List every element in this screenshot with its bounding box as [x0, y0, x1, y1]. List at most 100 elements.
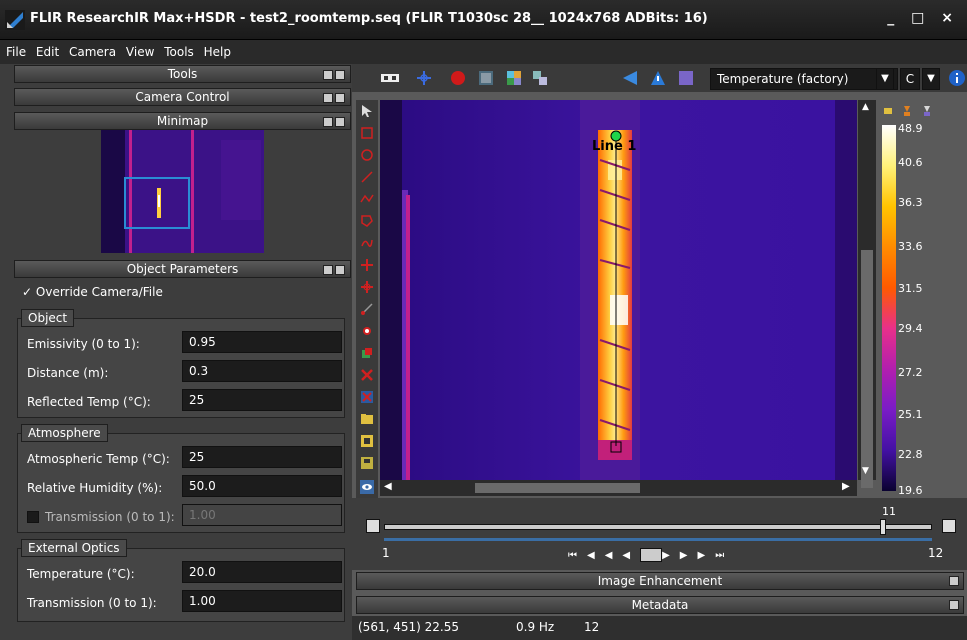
copy-tool-icon[interactable] — [360, 346, 374, 360]
measure-tool-icon[interactable] — [360, 302, 374, 316]
last-frame-icon[interactable]: ⏭ — [715, 550, 734, 561]
palette-marker-icon[interactable] — [884, 108, 892, 114]
window-controls[interactable]: _ □ × — [887, 10, 959, 26]
humidity-field[interactable]: 50.0 — [182, 475, 342, 497]
stop-button[interactable] — [640, 548, 663, 562]
fast-forward-icon[interactable]: ▶▶ — [680, 550, 715, 561]
polyline-tool-icon[interactable] — [360, 192, 374, 206]
atmos-transmission-field: 1.00 — [182, 504, 342, 526]
delete-all-tool-icon[interactable] — [360, 390, 374, 404]
low-marker-icon[interactable] — [924, 106, 930, 112]
info-icon[interactable] — [948, 69, 966, 87]
step-back-icon[interactable]: ◀ — [622, 550, 640, 561]
metadata-label: Metadata — [631, 598, 689, 612]
optics-temperature-field[interactable]: 20.0 — [182, 561, 342, 583]
scroll-left-icon[interactable]: ◀ — [384, 481, 392, 492]
arrow-icon[interactable] — [622, 70, 638, 86]
eye-icon[interactable] — [360, 480, 374, 494]
freehand-tool-icon[interactable] — [360, 236, 374, 250]
minimap-thumbnail[interactable] — [101, 130, 264, 253]
filmstrip-icon[interactable] — [380, 70, 400, 86]
start-frame-label: 1 — [382, 546, 390, 560]
image-enhancement-header[interactable]: Image Enhancement — [356, 572, 964, 590]
horizontal-scroll-thumb[interactable] — [475, 483, 640, 493]
warning-icon[interactable] — [650, 70, 666, 86]
folder-icon[interactable] — [360, 412, 374, 426]
minimap-buttons[interactable] — [320, 115, 346, 127]
object-parameters-buttons[interactable] — [320, 263, 346, 275]
reflected-temp-field[interactable]: 25 — [182, 389, 342, 411]
spot-max-tool-icon[interactable] — [360, 280, 374, 294]
scroll-down-icon[interactable]: ▼ — [862, 466, 869, 476]
menu-view[interactable]: View — [126, 45, 154, 59]
colorbar-label: 48.9 — [898, 122, 923, 135]
transmission-row[interactable]: Transmission (0 to 1): — [27, 510, 175, 524]
panel-pin-buttons[interactable] — [320, 68, 346, 80]
polygon-tool-icon[interactable] — [360, 214, 374, 228]
override-checkbox-row[interactable]: ✓ Override Camera/File — [22, 285, 163, 299]
menu-file[interactable]: File — [6, 45, 26, 59]
save-file-icon[interactable] — [360, 456, 374, 470]
minimap-header[interactable]: Minimap — [14, 112, 351, 130]
frame-slider[interactable] — [384, 524, 932, 530]
open-file-icon[interactable] — [360, 434, 374, 448]
frame-slider-thumb[interactable] — [879, 519, 886, 535]
expand-icon[interactable] — [335, 93, 345, 103]
rectangle-tool-icon[interactable] — [360, 126, 374, 140]
start-marker-button[interactable] — [366, 519, 380, 533]
atmosphere-group-label: Atmosphere — [21, 424, 108, 442]
ellipse-tool-icon[interactable] — [360, 148, 374, 162]
minimize-icon[interactable] — [323, 265, 333, 275]
check-icon[interactable]: ✓ — [22, 285, 32, 299]
distance-field[interactable]: 0.3 — [182, 360, 342, 382]
menu-camera[interactable]: Camera — [69, 45, 116, 59]
camera-control-buttons[interactable] — [320, 91, 346, 103]
chevron-down-icon[interactable]: ▼ — [876, 68, 894, 90]
crosshair-icon[interactable] — [416, 70, 432, 86]
scroll-right-icon[interactable]: ▶ — [842, 481, 850, 492]
expand-icon[interactable] — [949, 600, 959, 610]
chevron-down-icon[interactable]: ▼ — [922, 68, 940, 90]
palette-icon[interactable] — [506, 70, 522, 86]
compare-icon[interactable] — [532, 70, 548, 86]
play-icon[interactable]: ▶ — [662, 550, 680, 561]
thermal-image-view[interactable] — [380, 100, 857, 480]
pin-icon[interactable] — [323, 70, 333, 80]
atmospheric-temp-field[interactable]: 25 — [182, 446, 342, 468]
scroll-up-icon[interactable]: ▲ — [862, 102, 869, 112]
record-icon[interactable] — [450, 70, 466, 86]
metadata-header[interactable]: Metadata — [356, 596, 964, 614]
temperature-mode-select[interactable]: Temperature (factory) — [710, 68, 898, 90]
image-icon[interactable] — [478, 70, 494, 86]
collapse-icon[interactable] — [335, 70, 345, 80]
menu-help[interactable]: Help — [204, 45, 231, 59]
select-arrow-icon[interactable] — [360, 104, 374, 118]
vertical-scrollbar[interactable]: ▲ ▼ — [858, 100, 876, 488]
frame-range-bar — [384, 538, 932, 541]
pin-tool-icon[interactable] — [360, 324, 374, 338]
rewind-icon[interactable]: ◀◀ — [587, 550, 622, 561]
temperature-colorbar[interactable] — [882, 125, 896, 491]
line-tool-icon[interactable] — [360, 170, 374, 184]
minimize-icon[interactable] — [323, 93, 333, 103]
collapse-icon[interactable] — [335, 265, 345, 275]
delete-tool-icon[interactable] — [360, 368, 374, 382]
optics-transmission-field[interactable]: 1.00 — [182, 590, 342, 612]
emissivity-field[interactable]: 0.95 — [182, 331, 342, 353]
minimize-icon[interactable] — [323, 117, 333, 127]
horizontal-scrollbar[interactable]: ◀ ▶ — [380, 480, 857, 496]
spot-tool-icon[interactable] — [360, 258, 374, 272]
menu-tools[interactable]: Tools — [164, 45, 194, 59]
unit-select[interactable]: C — [900, 68, 920, 90]
vertical-scroll-thumb[interactable] — [861, 250, 873, 488]
end-marker-button[interactable] — [942, 519, 956, 533]
expand-icon[interactable] — [949, 576, 959, 586]
high-marker-icon[interactable] — [904, 106, 910, 112]
transmission-checkbox[interactable] — [27, 511, 39, 523]
box-icon[interactable] — [678, 70, 694, 86]
camera-control-header[interactable]: Camera Control — [14, 88, 351, 106]
object-parameters-header[interactable]: Object Parameters — [14, 260, 351, 278]
collapse-icon[interactable] — [335, 117, 345, 127]
first-frame-icon[interactable]: ⏮ — [568, 550, 587, 561]
menu-edit[interactable]: Edit — [36, 45, 59, 59]
